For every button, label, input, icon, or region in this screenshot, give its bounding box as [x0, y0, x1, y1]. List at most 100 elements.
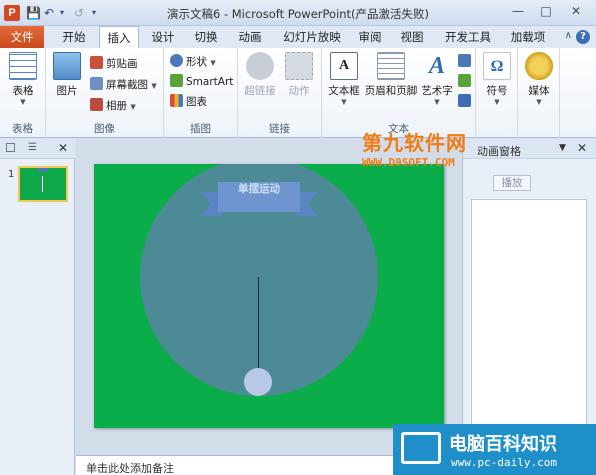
monitor-logo-icon: [401, 432, 441, 464]
album-button[interactable]: 相册 ▼: [90, 98, 136, 114]
watermark-top-url: WWW.D9SOFT.COM: [362, 156, 455, 169]
chart-button[interactable]: 图表: [170, 94, 207, 110]
table-button[interactable]: 表格 ▼: [8, 52, 38, 106]
screenshot-label: 屏幕截图: [106, 79, 148, 91]
tab-view[interactable]: 视图: [394, 26, 430, 48]
tab-animations[interactable]: 动画: [229, 26, 271, 48]
tab-addins[interactable]: 加载项: [504, 26, 552, 48]
header-footer-icon: [377, 52, 405, 80]
textbox-icon: A: [330, 52, 358, 80]
slides-tab-icon[interactable]: [6, 143, 15, 152]
shapes-label: 形状: [186, 56, 207, 68]
symbol-label: 符号: [486, 85, 508, 97]
textbox-label: 文本框: [328, 85, 360, 97]
object-icon[interactable]: [458, 94, 474, 110]
slide-canvas[interactable]: 单摆运动: [94, 164, 444, 428]
group-table: 表格 ▼ 表格: [0, 48, 46, 138]
group-links: 超链接 动作 链接: [238, 48, 322, 138]
slide-number-icon[interactable]: [458, 74, 474, 90]
group-media: 媒体 ▼: [518, 48, 560, 138]
ribbon-tabs: 文件 开始 插入 设计 切换 动画 幻灯片放映 审阅 视图 开发工具 加载项 ∧…: [0, 26, 596, 49]
animation-list[interactable]: [471, 199, 587, 449]
pendulum-string[interactable]: [258, 277, 259, 369]
chart-label: 图表: [186, 96, 207, 108]
media-button[interactable]: 媒体 ▼: [523, 52, 555, 106]
action-label: 动作: [288, 85, 310, 97]
clipart-label: 剪贴画: [106, 58, 138, 70]
pendulum-bob[interactable]: [244, 368, 272, 396]
collapse-ribbon-icon[interactable]: ∧: [565, 30, 572, 41]
group-label-table: 表格: [12, 123, 33, 135]
album-label: 相册: [106, 100, 127, 112]
wordart-label: 艺术字: [421, 85, 453, 97]
outline-tab-icon[interactable]: ☰: [28, 142, 37, 153]
picture-icon: [53, 52, 81, 80]
smartart-label: SmartArt: [186, 76, 234, 88]
clipart-button[interactable]: 剪贴画: [90, 56, 138, 72]
dropdown-icon: ▼: [20, 98, 26, 106]
date-time-icon[interactable]: [458, 54, 474, 70]
maximize-icon[interactable]: □: [535, 4, 557, 20]
header-footer-button[interactable]: 页眉和页脚: [364, 52, 418, 98]
shapes-icon: [170, 54, 183, 67]
tab-review[interactable]: 审阅: [352, 26, 388, 48]
action-icon: [285, 52, 313, 80]
hyperlink-label: 超链接: [244, 85, 276, 97]
group-text: A 文本框 ▼ 页眉和页脚 A 艺术字 ▼ 文本: [322, 48, 476, 138]
wordart-button[interactable]: A 艺术字 ▼: [420, 52, 454, 106]
picture-label: 图片: [56, 85, 78, 97]
picture-button[interactable]: 图片: [52, 52, 82, 98]
thumbnails-pane-header: ☰ ✕: [0, 139, 75, 159]
tab-design[interactable]: 设计: [143, 26, 183, 48]
group-label-illustration: 插图: [190, 123, 211, 135]
media-label: 媒体: [528, 85, 550, 97]
group-image: 图片 剪贴画 屏幕截图 ▼ 相册 ▼ 图像: [46, 48, 164, 138]
tab-file[interactable]: 文件: [0, 26, 44, 48]
tab-developer[interactable]: 开发工具: [436, 26, 500, 48]
slide-number: 1: [8, 169, 15, 180]
clipart-icon: [90, 56, 103, 69]
wordart-icon: A: [428, 53, 445, 79]
close-pane-icon[interactable]: ✕: [577, 141, 587, 155]
help-icon[interactable]: ?: [576, 30, 590, 44]
watermark-top-title: 第九软件网: [362, 131, 467, 155]
textbox-button[interactable]: A 文本框 ▼: [326, 52, 362, 106]
table-button-label: 表格: [12, 85, 34, 97]
group-symbol: Ω 符号 ▼: [476, 48, 518, 138]
smartart-button[interactable]: SmartArt: [170, 74, 233, 90]
group-label-links: 链接: [269, 123, 290, 135]
speaker-icon: [525, 52, 553, 80]
watermark-d9soft: 第九软件网 WWW.D9SOFT.COM: [362, 127, 494, 197]
banner-text[interactable]: 单摆运动: [224, 180, 294, 198]
header-footer-label: 页眉和页脚: [364, 85, 418, 97]
album-icon: [90, 98, 103, 111]
group-label-image: 图像: [94, 123, 115, 135]
close-icon[interactable]: ✕: [565, 4, 587, 20]
pane-options-icon[interactable]: ▼: [559, 143, 566, 153]
watermark-bottom-url: www.pc-daily.com: [451, 456, 557, 469]
omega-icon: Ω: [483, 52, 511, 80]
slide-thumbnails-pane: ☰ ✕ 1: [0, 139, 75, 475]
tab-slideshow[interactable]: 幻灯片放映: [276, 26, 348, 48]
hyperlink-button[interactable]: 超链接: [242, 52, 278, 98]
watermark-pc-daily: 电脑百科知识 www.pc-daily.com: [393, 424, 596, 475]
watermark-bottom-title: 电脑百科知识: [449, 434, 557, 455]
chart-icon: [170, 94, 183, 107]
minimize-icon[interactable]: —: [507, 4, 529, 20]
slide-thumbnail[interactable]: [18, 166, 68, 202]
action-button[interactable]: 动作: [282, 52, 316, 98]
table-icon: [9, 52, 37, 80]
shapes-button[interactable]: 形状 ▼: [170, 54, 216, 70]
tab-insert[interactable]: 插入: [99, 26, 139, 49]
play-button[interactable]: 播放: [493, 175, 531, 191]
thumbnail-pendulum: [42, 176, 43, 192]
title-bar: P 💾 ↶ ▾ ↺ ▾ 演示文稿6 - Microsoft PowerPoint…: [0, 0, 596, 26]
hyperlink-icon: [246, 52, 274, 80]
smartart-icon: [170, 74, 183, 87]
tab-home[interactable]: 开始: [54, 26, 94, 48]
close-pane-icon[interactable]: ✕: [58, 141, 68, 155]
tab-transitions[interactable]: 切换: [186, 26, 226, 48]
thumbnail-banner: [38, 168, 48, 172]
screenshot-button[interactable]: 屏幕截图 ▼: [90, 77, 157, 93]
symbol-button[interactable]: Ω 符号 ▼: [481, 52, 513, 106]
